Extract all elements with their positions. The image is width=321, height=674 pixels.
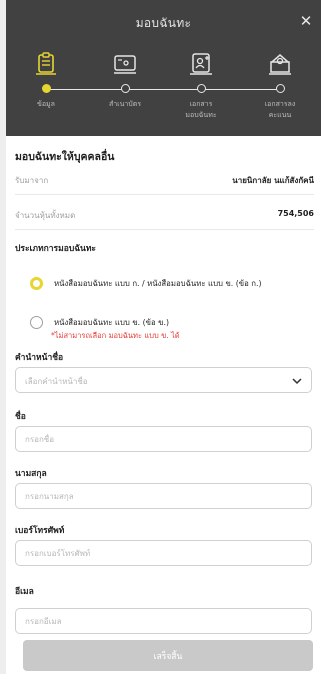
proxy-form: มอบฉันทะให้บุคคลอื่น รับมาจาก นายนิกาลัย… [6,136,321,636]
divider [15,229,314,230]
step-dot-active [41,84,51,93]
first-name-input[interactable] [15,426,312,452]
document-user-icon [190,53,212,75]
last-name-input[interactable] [15,483,312,509]
phone-label: เบอร์โทรศัพท์ [15,526,65,536]
step-label: เอกสารลง คะแนน [245,99,315,121]
step-label: สำเนาบัตร [108,100,142,108]
last-name-label: นามสกุล [15,469,47,479]
step-label-line1: เอกสารลง [264,100,296,108]
step-label-line1: เอกสาร [189,100,213,108]
proxy-type-b-label[interactable]: หนังสือมอบฉันทะ แบบ ข. (ข้อ ข.) [54,317,169,329]
phone-input[interactable] [15,540,312,566]
received-from-row: รับมาจาก นายนิกาลัย นแก้สังกัคนี [15,174,314,188]
ballot-box-icon [269,54,291,75]
total-shares-row: จำนวนหุ้นทั้งหมด 754,506 [15,209,314,223]
total-shares-value: 754,506 [277,209,314,218]
total-shares-label: จำนวนหุ้นทั้งหมด [15,211,76,220]
first-name-label: ชื่อ [15,412,26,422]
step-label: ข้อมูล [37,100,55,108]
proxy-type-a-radio[interactable] [30,277,43,290]
id-card-icon [114,55,136,74]
received-from-value: นายนิกาลัย นแก้สังกัคนี [232,176,314,185]
progress-stepper: ข้อมูล สำเนาบัตร เอกสาร มอบฉันทะ เอกสารล… [6,40,321,136]
chevron-down-icon [292,378,302,385]
close-icon[interactable]: ✕ [298,13,314,29]
footer: เสร็จสิ้น [6,636,321,674]
step-proxy-document: เอกสาร มอบฉันทะ [166,40,236,121]
proxy-type-a-label[interactable]: หนังสือมอบฉันทะ แบบ ก. / หนังสือมอบฉันทะ… [54,278,262,290]
screen: มอบฉันทะ ✕ ข้อมูล สำเนาบัตร เอกสาร มอบฉั… [6,0,321,674]
proxy-type-b-radio[interactable] [30,316,43,329]
page-title: มอบฉันทะ [135,16,192,30]
step-label: เอกสาร มอบฉันทะ [166,99,236,121]
divider [15,194,314,195]
step-dot [196,84,206,93]
received-from-label: รับมาจาก [15,176,49,185]
email-input[interactable] [15,608,312,634]
step-dot [120,84,130,93]
step-label-line2: คะแนน [268,111,292,119]
step-dot [275,84,285,93]
step-voting-document: เอกสารลง คะแนน [245,40,315,121]
email-label: อีเมล [15,587,34,597]
header: มอบฉันทะ ✕ ข้อมูล สำเนาบัตร เอกสาร มอบฉั… [6,0,321,136]
title-select-placeholder: เลือกคำนำหน้าชื่อ [25,377,88,386]
title-label: คำนำหน้าชื่อ [15,353,64,363]
section-title: มอบฉันทะให้บุคคลอื่น [15,151,115,163]
clipboard-icon [36,52,56,75]
submit-button[interactable]: เสร็จสิ้น [23,640,313,671]
proxy-type-title: ประเภทการมอบฉันทะ [15,244,96,254]
step-info: ข้อมูล [11,40,81,110]
proxy-type-b-warning: *ไม่สามารถเลือก มอบฉันทะ แบบ ข. ได้ [51,331,180,340]
title-select[interactable]: เลือกคำนำหน้าชื่อ [15,367,312,393]
step-label-line2: มอบฉันทะ [185,111,217,119]
step-id-copy: สำเนาบัตร [90,40,160,110]
